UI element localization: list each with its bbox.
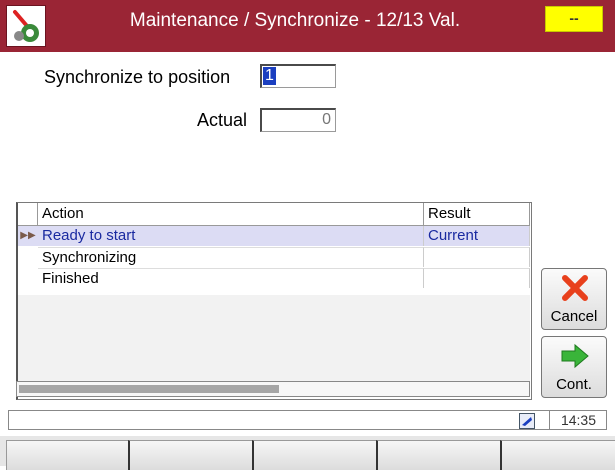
sync-position-input[interactable]: 1 xyxy=(260,64,336,88)
header-indicator-cell xyxy=(18,203,38,225)
clock-time: 14:35 xyxy=(549,411,607,429)
header-result[interactable]: Result xyxy=(424,203,530,225)
horizontal-scrollbar[interactable] xyxy=(16,381,530,397)
status-bar: 14:35 xyxy=(8,410,607,430)
cancel-x-icon xyxy=(562,275,588,301)
row-action: Ready to start xyxy=(38,226,424,246)
arrow-right-icon xyxy=(561,343,589,369)
row-action: Synchronizing xyxy=(38,247,424,267)
sync-position-label: Synchronize to position xyxy=(44,67,231,87)
current-row-arrow-icon: ▶▶ xyxy=(20,230,36,241)
window-title: Maintenance / Synchronize - 12/13 Val. xyxy=(129,10,461,31)
status-indicator: -- xyxy=(545,6,603,32)
actual-field: 0 xyxy=(260,108,336,132)
sync-position-value: 1 xyxy=(263,67,276,85)
row-result: Current xyxy=(424,226,530,246)
table-row[interactable]: ▶▶ Ready to start Current xyxy=(18,226,530,246)
table-row[interactable]: Finished xyxy=(18,268,530,288)
title-bar: Maintenance / Synchronize - 12/13 Val. -… xyxy=(0,0,615,52)
wrench-gear-icon xyxy=(6,5,46,47)
cancel-label: Cancel xyxy=(550,308,598,325)
continue-button[interactable]: Cont. xyxy=(541,336,607,398)
softkey-bar xyxy=(0,436,615,470)
row-result xyxy=(424,268,530,288)
action-table[interactable]: Action Result ▶▶ Ready to start Current … xyxy=(16,202,532,400)
table-empty-area xyxy=(18,295,530,381)
scrollbar-thumb[interactable] xyxy=(19,385,279,393)
row-action: Finished xyxy=(38,268,424,288)
actual-label: Actual xyxy=(197,110,248,130)
table-row[interactable]: Synchronizing xyxy=(18,247,530,267)
cancel-button[interactable]: Cancel xyxy=(541,268,607,330)
table-header: Action Result xyxy=(18,203,530,226)
header-action[interactable]: Action xyxy=(38,203,424,225)
actual-value: 0 xyxy=(322,111,331,128)
continue-label: Cont. xyxy=(556,376,592,393)
keyboard-icon xyxy=(519,413,535,429)
row-result xyxy=(424,247,530,267)
